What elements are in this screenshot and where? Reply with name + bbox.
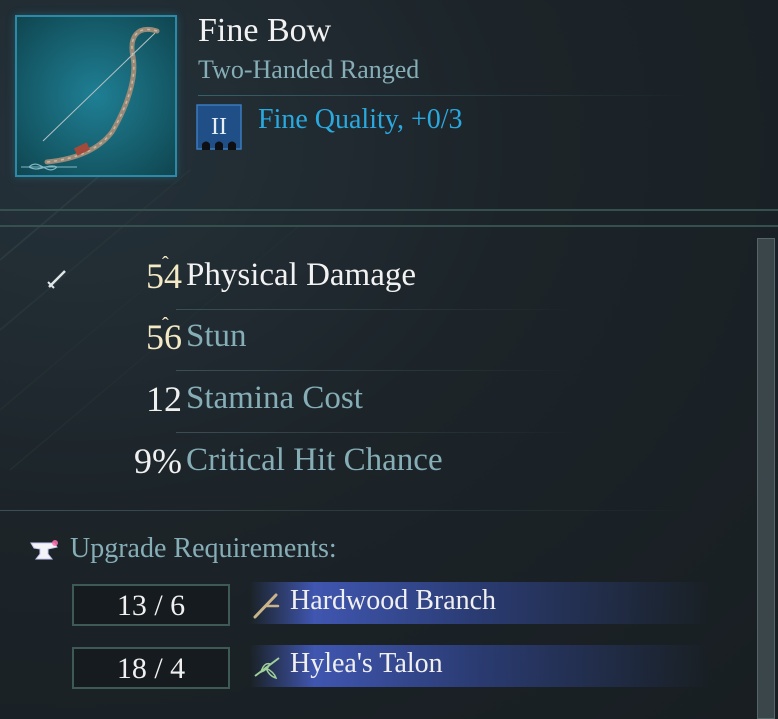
- improved-arrow-icon: ˆ: [162, 253, 169, 275]
- bow-icon: [21, 27, 160, 171]
- stat-divider: [176, 370, 576, 371]
- material-name: Hardwood Branch: [290, 585, 497, 616]
- stat-divider: [176, 309, 576, 310]
- material-count-box: 18 / 4: [72, 647, 230, 689]
- upgrade-requirements-title: Upgrade Requirements:: [70, 533, 337, 564]
- header-divider: [198, 95, 688, 96]
- stat-label: Stun: [186, 318, 247, 354]
- stat-row-physical-damage: 54 ˆ Physical Damage: [0, 253, 600, 317]
- item-name: Fine Bow: [198, 12, 332, 49]
- branch-icon: [253, 593, 280, 619]
- material-name: Hylea's Talon: [290, 648, 443, 679]
- stat-label: Physical Damage: [186, 257, 417, 293]
- scrollbar[interactable]: [757, 238, 775, 719]
- leaf-icon: [254, 657, 280, 680]
- anvil-icon: [30, 540, 58, 560]
- section-divider: [0, 510, 700, 511]
- ornamental-divider: [0, 209, 778, 227]
- quality-label: Fine Quality, +0/3: [258, 104, 463, 135]
- stat-value: 9%: [134, 441, 182, 481]
- stat-row-stun: 56 ˆ Stun: [0, 314, 600, 378]
- improved-arrow-icon: ˆ: [162, 314, 169, 336]
- item-thumbnail: [15, 15, 177, 177]
- material-count-box: 13 / 6: [72, 584, 230, 626]
- stat-label: Critical Hit Chance: [186, 442, 443, 478]
- item-type: Two-Handed Ranged: [198, 55, 420, 84]
- stat-label: Stamina Cost: [186, 380, 363, 416]
- stat-row-stamina-cost: 12 Stamina Cost: [0, 378, 600, 440]
- stat-divider: [176, 432, 576, 433]
- quality-badge: II: [196, 104, 242, 150]
- stat-value: 12: [146, 379, 182, 419]
- stat-row-critical-hit-chance: 9% Critical Hit Chance: [0, 440, 600, 502]
- quality-tier-numeral: II: [211, 114, 227, 140]
